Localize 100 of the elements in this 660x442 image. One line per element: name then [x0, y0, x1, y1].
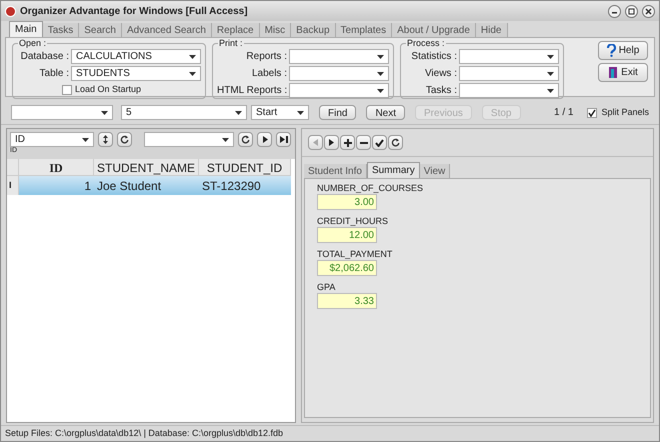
refresh-button[interactable]: [388, 135, 403, 150]
table-cell-text: Joe Student: [96, 178, 162, 194]
caret-icon: [189, 54, 196, 58]
caret-icon: [222, 138, 229, 142]
dropdown-field[interactable]: [11, 105, 113, 120]
column-header[interactable]: STUDENT_NAME: [94, 159, 199, 176]
field-label: Database :: [20, 50, 69, 64]
tab[interactable]: Advanced Search: [122, 23, 212, 37]
table-cell-text: ST-123290: [201, 178, 262, 194]
add-icon: [344, 138, 352, 146]
status-text: Setup Files: C:\orgplus\data\db12\ | Database: C:\orgplus\db\db12.fdb: [5, 426, 284, 440]
tab[interactable]: Replace: [212, 23, 260, 37]
input-field[interactable]: $2,062.60: [317, 260, 377, 276]
exit-button[interactable]: Exit: [598, 63, 648, 82]
tab[interactable]: Misc: [260, 23, 292, 37]
sort-button[interactable]: [98, 132, 113, 147]
field-label: CREDIT_HOURS: [317, 215, 390, 227]
tab[interactable]: Summary: [366, 162, 420, 178]
table-row[interactable]: 1 Joe Student ST-123290: [19, 176, 291, 195]
add-button[interactable]: [340, 135, 355, 150]
refresh-icon: [120, 135, 129, 144]
caret-icon: [82, 138, 89, 142]
table-cell-text: 1: [83, 178, 92, 194]
check-button[interactable]: [372, 135, 387, 150]
caret-icon: [189, 72, 196, 76]
field-label: Labels :: [250, 67, 287, 81]
column-header[interactable]: ID: [19, 159, 94, 176]
previous-icon: [313, 139, 318, 146]
group-legend: Print :: [218, 38, 244, 48]
group-legend: Open :: [18, 38, 48, 48]
question-mark-icon: [606, 44, 616, 57]
close-button[interactable]: [642, 4, 655, 18]
field-label: Statistics :: [410, 50, 457, 64]
remove-button[interactable]: [356, 135, 371, 150]
dropdown-field[interactable]: Start: [251, 105, 309, 120]
last-record-button[interactable]: [276, 132, 291, 147]
help-button[interactable]: Help: [598, 41, 648, 60]
last-record-icon: [280, 136, 288, 143]
tab[interactable]: Hide: [476, 23, 508, 37]
dropdown-field[interactable]: [459, 83, 559, 98]
input-field[interactable]: 3.33: [317, 293, 377, 309]
field-label: Tasks :: [424, 84, 457, 98]
input-field[interactable]: 3.00: [317, 194, 377, 210]
field-label: NUMBER_OF_COURSES: [317, 182, 424, 194]
caret-icon: [547, 54, 554, 58]
caret-icon: [297, 110, 304, 114]
field-label: GPA: [317, 281, 336, 293]
caret-icon: [377, 88, 384, 92]
next-button[interactable]: [324, 135, 339, 150]
caret-icon: [377, 72, 384, 76]
tab[interactable]: About / Upgrade: [392, 23, 476, 37]
search-button[interactable]: Find: [319, 105, 356, 120]
search-button: Stop: [482, 105, 520, 120]
sort-icon: [102, 135, 109, 144]
dropdown-field[interactable]: [289, 49, 389, 64]
tab[interactable]: Templates: [336, 23, 392, 37]
search-button: Previous: [415, 105, 472, 120]
maximize-button[interactable]: [625, 4, 638, 18]
field-label: TOTAL_PAYMENT: [317, 248, 394, 260]
dropdown-field[interactable]: CALCULATIONS: [71, 49, 201, 64]
field-label: Table :: [38, 67, 69, 81]
caret-icon: [547, 88, 554, 92]
tab[interactable]: Tasks: [42, 23, 80, 37]
caret-icon: [235, 110, 242, 114]
group-legend: Process :: [406, 38, 446, 48]
maximize-icon: [628, 8, 635, 14]
next-icon: [329, 139, 334, 146]
refresh-icon: [241, 135, 250, 144]
play-icon: [262, 136, 268, 143]
search-button[interactable]: Next: [366, 105, 406, 120]
minimize-button[interactable]: [608, 4, 621, 18]
checkbox[interactable]: [62, 84, 72, 95]
caret-icon: [377, 54, 384, 58]
checkbox[interactable]: [587, 108, 598, 118]
tab[interactable]: View: [420, 164, 450, 178]
row-marker: I: [7, 176, 19, 195]
play-button[interactable]: [257, 132, 272, 147]
input-field[interactable]: 12.00: [317, 227, 377, 243]
dropdown-field[interactable]: [144, 132, 234, 147]
dropdown-field[interactable]: ID: [10, 132, 94, 147]
close-icon: [645, 8, 652, 14]
app-icon: [5, 6, 16, 16]
checkbox-label: Split Panels: [601, 106, 649, 119]
dropdown-field[interactable]: [289, 66, 389, 81]
field-label: Reports :: [245, 50, 287, 64]
tab[interactable]: Search: [79, 23, 122, 37]
dropdown-field[interactable]: 5: [121, 105, 247, 120]
refresh-button[interactable]: [117, 132, 132, 147]
tab[interactable]: Student Info: [304, 164, 367, 178]
tab[interactable]: Backup: [291, 23, 336, 37]
refresh-button[interactable]: [238, 132, 253, 147]
field-label: Views :: [424, 67, 457, 81]
field-label: HTML Reports :: [217, 84, 287, 98]
dropdown-field[interactable]: STUDENTS: [71, 66, 201, 81]
door-icon: [608, 66, 618, 79]
dropdown-field[interactable]: [289, 83, 389, 98]
tab[interactable]: Main: [9, 21, 43, 37]
dropdown-field[interactable]: [459, 49, 559, 64]
column-header[interactable]: STUDENT_ID: [199, 159, 291, 176]
dropdown-field[interactable]: [459, 66, 559, 81]
